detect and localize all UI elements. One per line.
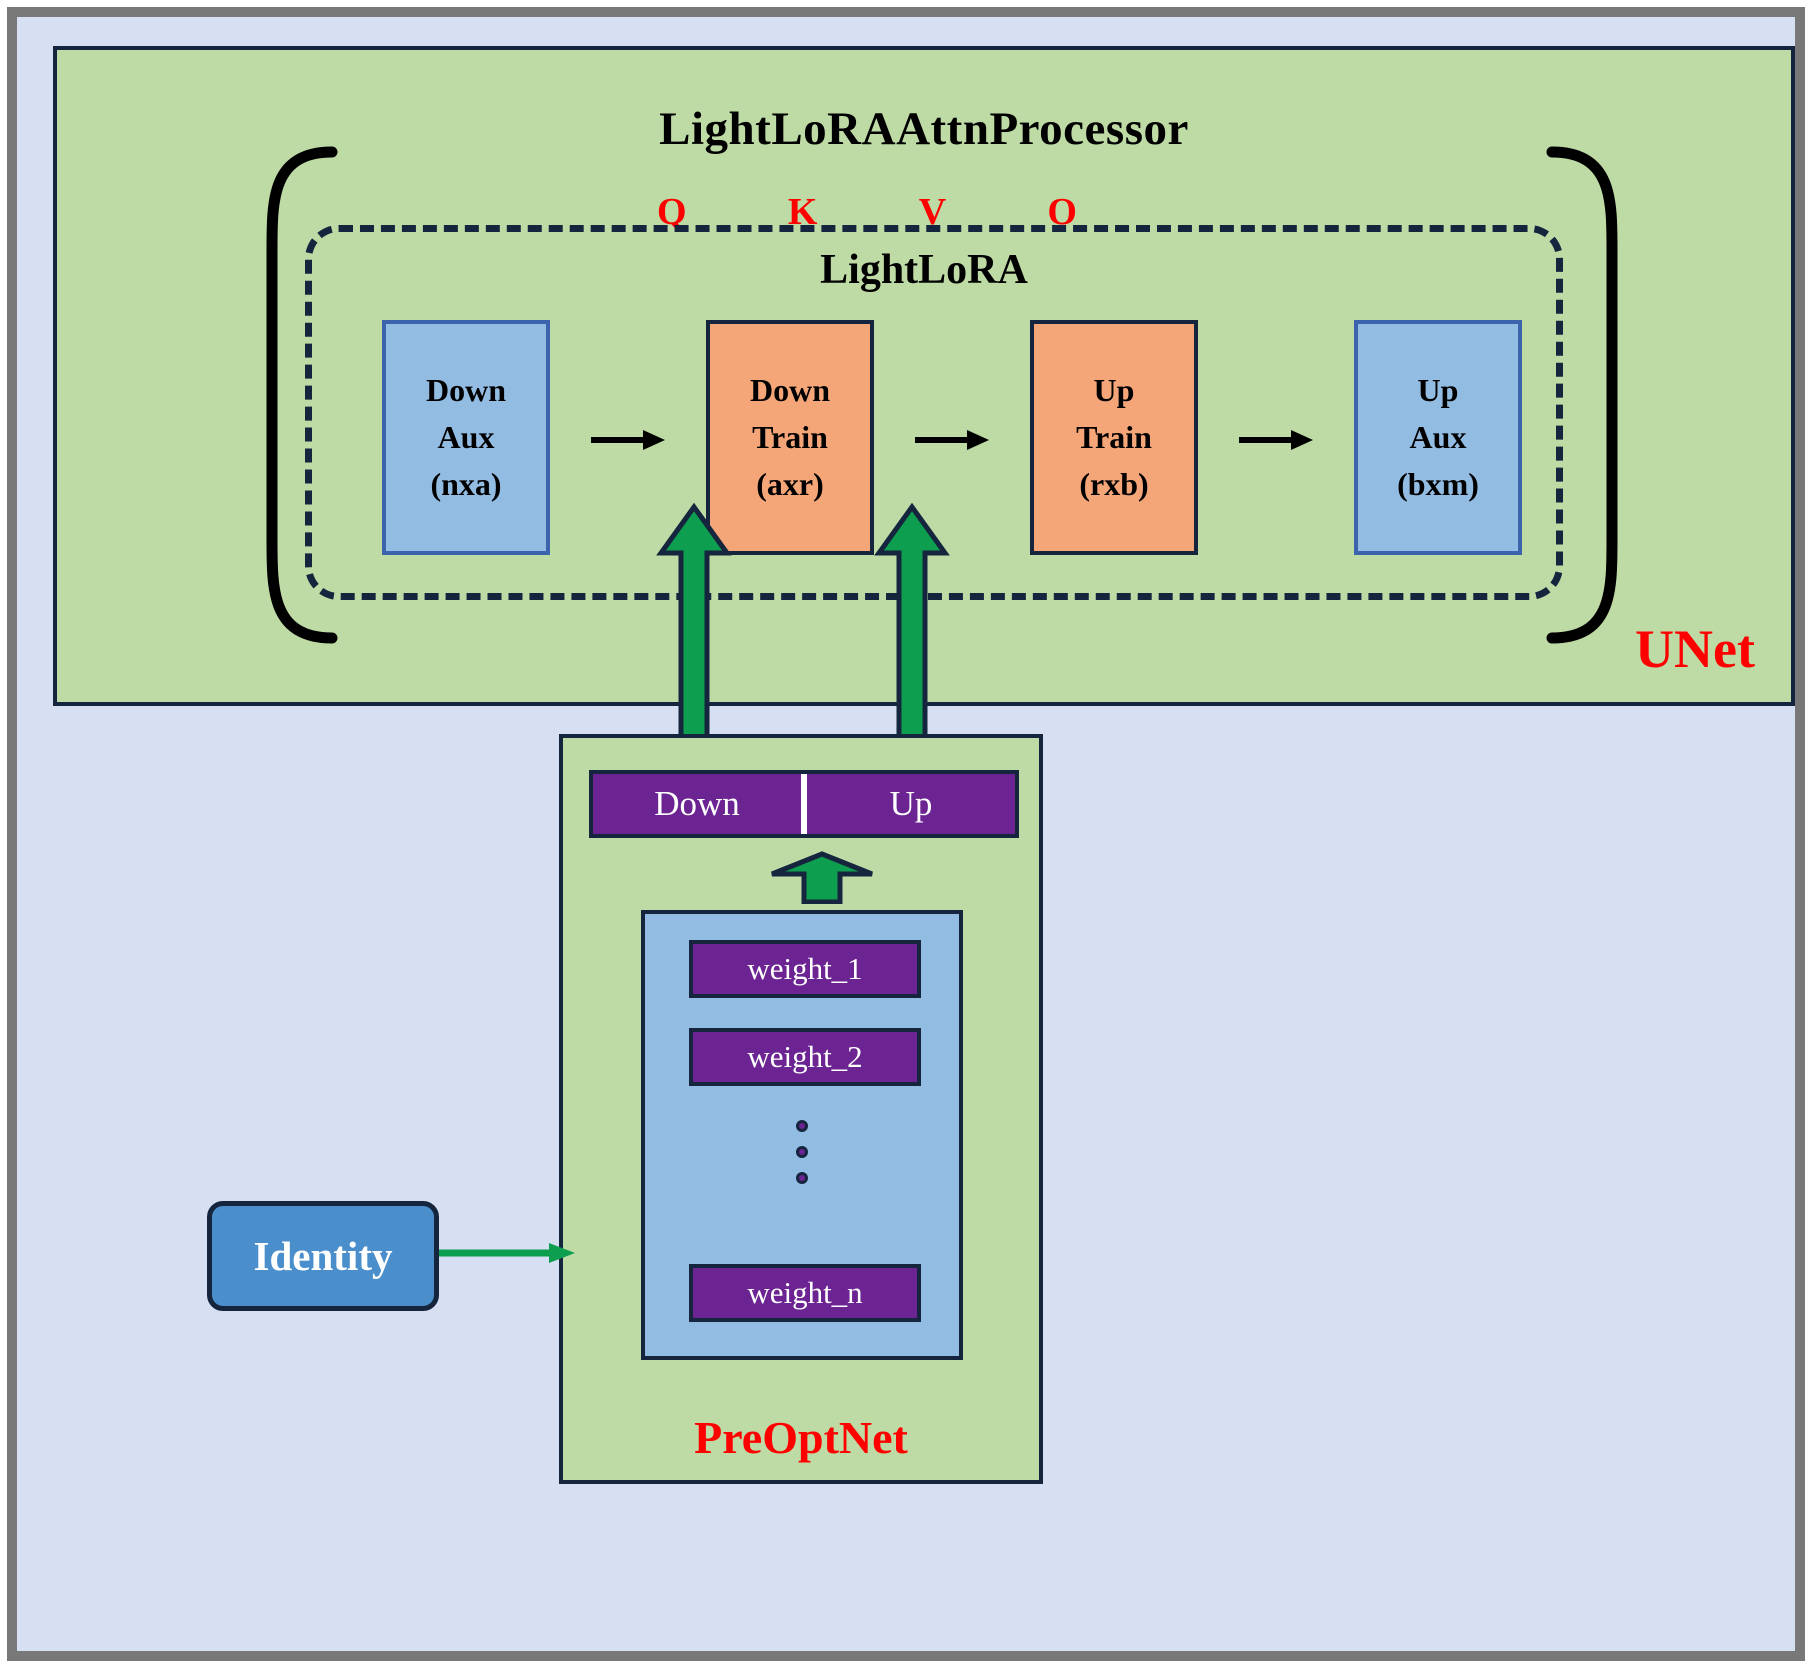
weight-item-n: weight_n (689, 1264, 921, 1322)
block-line: (nxa) (430, 466, 502, 503)
block-up-train: Up Train (rxb) (1030, 320, 1198, 555)
identity-to-preopt-arrow-icon (437, 1239, 577, 1272)
weight-item-2: weight_2 (689, 1028, 921, 1086)
up-label: Up (889, 784, 933, 823)
weights-to-bar-arrow-icon (766, 850, 878, 909)
lora-block-row: Down Aux (nxa) Down Train (axr) Up Train… (382, 320, 1522, 555)
preopt-to-down-train-arrow-icon (654, 499, 734, 749)
unet-label: UNet (1635, 619, 1755, 679)
identity-node: Identity (207, 1201, 439, 1311)
block-line: Down (425, 371, 506, 408)
block-down-aux: Down Aux (nxa) (382, 320, 550, 555)
down-up-bar: Down Up (589, 770, 1019, 838)
block-line: Aux (1409, 418, 1467, 455)
ellipsis-dots (645, 1106, 959, 1198)
dot-icon (796, 1146, 808, 1158)
block-line: Aux (437, 418, 495, 455)
lightlora-title: LightLoRA (820, 247, 1028, 293)
dot-icon (796, 1120, 808, 1132)
block-line: (axr) (756, 466, 824, 503)
preopt-to-up-train-arrow-icon (872, 499, 952, 749)
block-line: Train (1076, 418, 1152, 455)
weights-container: weight_1 weight_2 weight_n (641, 910, 963, 1360)
block-line: Down (749, 371, 830, 408)
block-line: Up (1417, 371, 1459, 408)
down-label: Down (654, 784, 740, 823)
block-line: Up (1093, 371, 1135, 408)
block-line: (rxb) (1079, 466, 1149, 503)
block-line: (bxm) (1397, 466, 1479, 503)
flow-arrow-3-icon (1237, 320, 1315, 555)
dot-icon (796, 1172, 808, 1184)
diagram-root: LightLoRAAttnProcessor Q K V O LightLoRA… (0, 0, 1816, 1672)
block-up-aux: Up Aux (bxm) (1354, 320, 1522, 555)
weight-item-1: weight_1 (689, 940, 921, 998)
preoptnet-label: PreOptNet (694, 1412, 908, 1463)
block-line: Train (752, 418, 828, 455)
outer-frame: LightLoRAAttnProcessor Q K V O LightLoRA… (7, 7, 1805, 1661)
preoptnet-panel: Down Up weight_1 weight_2 weight_n PreOp… (559, 734, 1043, 1484)
